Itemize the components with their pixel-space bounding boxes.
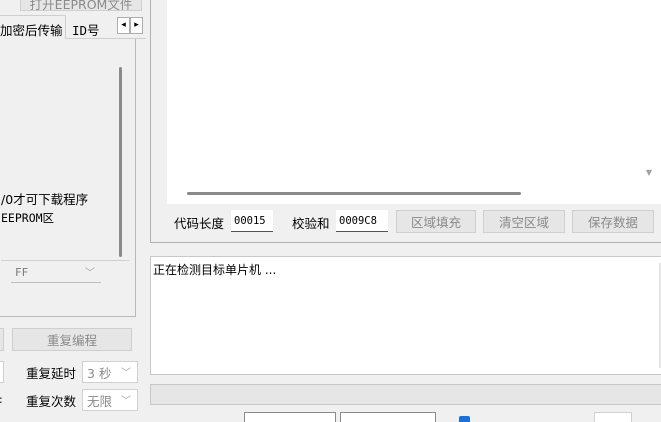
options-panel-scrollbar[interactable] — [119, 67, 122, 257]
horizontal-scroll-thumb[interactable] — [187, 192, 521, 195]
repeat-count-value: 无限 — [87, 393, 113, 409]
left-edge-button-stub[interactable] — [0, 328, 4, 351]
bottom-button-stub-1[interactable] — [244, 412, 336, 422]
code-length-value: 00015 — [234, 214, 266, 227]
hex-data-area[interactable]: ▼ — [167, 0, 661, 204]
log-text: 正在检测目标单片机 ... — [153, 263, 277, 277]
checksum-value: 0009C8 — [339, 214, 377, 227]
repeat-delay-label: 重复延时 — [26, 366, 77, 381]
bottom-checkbox[interactable] — [459, 416, 470, 422]
clear-area-button[interactable]: 清空区域 — [483, 210, 565, 233]
fill-area-label: 区域填充 — [410, 215, 461, 230]
bottom-button-stub-2[interactable] — [340, 412, 436, 422]
tab-strip: 加密后传输 ID号 ◂ ▸ — [0, 14, 146, 39]
tab-id-number-label: ID号 — [72, 23, 100, 38]
fill-area-button[interactable]: 区域填充 — [396, 210, 476, 233]
checksum-field: 0009C8 — [336, 210, 388, 232]
options-text-line2: EEPROM区 — [1, 211, 55, 225]
open-eeprom-file-button[interactable]: 打开EEPROM文件 — [20, 0, 142, 11]
left-edge-stub-2 — [0, 361, 4, 383]
open-eeprom-file-label: 打开EEPROM文件 — [29, 0, 133, 11]
chevron-left-icon: ◂ — [121, 20, 126, 30]
options-text-line1: /0才可下载程序 — [1, 192, 89, 207]
chevron-down-icon: ﹀ — [121, 367, 131, 379]
repeat-program-label: 重复编程 — [46, 333, 97, 348]
repeat-program-button[interactable]: 重复编程 — [12, 328, 132, 351]
chevron-right-icon: ▸ — [134, 20, 139, 30]
code-length-label: 代码长度 — [174, 216, 225, 231]
code-length-field: 00015 — [231, 210, 273, 232]
left-edge-colon: : — [0, 393, 3, 406]
fill-value-text: FF — [15, 265, 29, 279]
tab-id-number[interactable]: ID号 — [68, 17, 118, 38]
fill-value-select-underline — [11, 282, 101, 283]
progress-bar — [150, 384, 661, 405]
log-output[interactable]: 正在检测目标单片机 ... — [150, 256, 661, 375]
bottom-combo-stub[interactable] — [594, 412, 632, 422]
fill-value-select[interactable]: FF ﹀ — [11, 261, 101, 283]
vertical-scroll-down-arrow[interactable]: ▼ — [643, 168, 655, 178]
chevron-down-icon: ﹀ — [85, 267, 95, 279]
clear-area-label: 清空区域 — [498, 215, 549, 230]
tab-scroll-left-button[interactable]: ◂ — [117, 17, 130, 34]
repeat-count-label: 重复次数 — [26, 394, 77, 409]
tab-encrypted-transfer-label: 加密后传输 — [0, 23, 63, 38]
repeat-delay-select[interactable]: 3 秒 ﹀ — [82, 361, 138, 383]
save-data-label: 保存数据 — [587, 215, 638, 230]
chevron-down-icon: ﹀ — [121, 395, 131, 407]
checksum-label: 校验和 — [292, 216, 330, 231]
bottom-controls-stub — [150, 410, 661, 422]
options-panel: /0才可下载程序 EEPROM区 FF ﹀ — [0, 39, 136, 317]
tab-scroll-right-button[interactable]: ▸ — [130, 17, 143, 34]
save-data-button[interactable]: 保存数据 — [572, 210, 654, 233]
repeat-count-select[interactable]: 无限 ﹀ — [82, 389, 138, 411]
tab-encrypted-transfer[interactable]: 加密后传输 — [0, 15, 66, 39]
repeat-delay-value: 3 秒 — [87, 365, 112, 381]
